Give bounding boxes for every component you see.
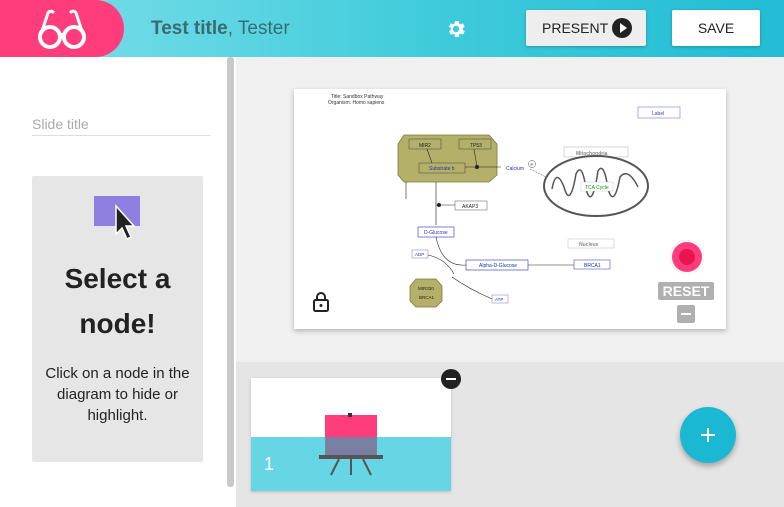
node-label-text: Label bbox=[652, 111, 664, 117]
add-slide-button[interactable] bbox=[680, 407, 736, 463]
diagram-area: Title: Sandbox Pathway Organism: Homo sa… bbox=[236, 57, 784, 362]
node-tca-text: TCA Cycle bbox=[585, 185, 609, 191]
zoom-out-button[interactable] bbox=[677, 305, 695, 323]
node-nucleus-text: Nucleus bbox=[579, 242, 599, 248]
save-label: SAVE bbox=[697, 20, 735, 36]
node-tp53-text: TP53 bbox=[470, 143, 482, 149]
remove-slide-button[interactable] bbox=[441, 369, 461, 389]
gear-icon[interactable] bbox=[445, 18, 467, 40]
save-button[interactable]: SAVE bbox=[672, 10, 760, 46]
node-alpha-text: Alpha-D-Glucose bbox=[479, 263, 517, 269]
complex-small[interactable] bbox=[409, 278, 443, 308]
node-brca1-right-text: BRCA1 bbox=[584, 263, 601, 269]
lock-icon[interactable] bbox=[313, 292, 329, 312]
slide-thumbnail[interactable]: 1 bbox=[251, 378, 451, 491]
node-adp-text: ADP bbox=[415, 252, 424, 257]
node-akap3-text: AKAP3 bbox=[462, 204, 478, 210]
node-mir-text: MIR330 bbox=[418, 286, 434, 291]
node-mir2-text: MIR2 bbox=[419, 143, 431, 149]
select-node-card: Select a node! Click on a node in the di… bbox=[32, 176, 203, 462]
reset-button[interactable]: RESET bbox=[658, 282, 714, 300]
diagram-organism-text: Organism: Homo sapiens bbox=[328, 100, 385, 106]
record-button[interactable] bbox=[670, 240, 704, 274]
scrollbar[interactable] bbox=[227, 57, 234, 487]
pathway-diagram[interactable]: Title: Sandbox Pathway Organism: Homo sa… bbox=[294, 89, 726, 329]
slide-number: 1 bbox=[264, 454, 275, 474]
node-atp-text: ATP bbox=[495, 297, 503, 302]
present-button[interactable]: PRESENT bbox=[526, 10, 646, 46]
slide-editor-panel: Select a node! Click on a node in the di… bbox=[0, 57, 236, 507]
easel-icon bbox=[319, 413, 383, 476]
node-calcium-text: Calcium bbox=[506, 166, 524, 172]
node-brca1-left-text: BRCA1 bbox=[419, 295, 435, 300]
node-substrate-text: Substrate b bbox=[429, 166, 455, 172]
select-node-help: Click on a node in the diagram to hide o… bbox=[45, 365, 190, 424]
app-header: Test title, Tester PRESENT SAVE bbox=[0, 0, 784, 57]
glasses-icon bbox=[38, 9, 86, 49]
node-p-text: P bbox=[531, 162, 534, 167]
author-text: , Tester bbox=[227, 18, 290, 39]
logo bbox=[0, 0, 124, 57]
title-text: Test title bbox=[151, 18, 228, 39]
present-label: PRESENT bbox=[542, 20, 609, 36]
cursor-select-icon bbox=[94, 196, 140, 241]
play-icon bbox=[612, 18, 632, 38]
node-dglucose-text: D-Glucose bbox=[424, 230, 448, 236]
slide-title-input[interactable] bbox=[32, 112, 210, 136]
select-node-heading: Select a node! bbox=[64, 263, 171, 339]
document-title: Test title, Tester bbox=[151, 18, 290, 40]
